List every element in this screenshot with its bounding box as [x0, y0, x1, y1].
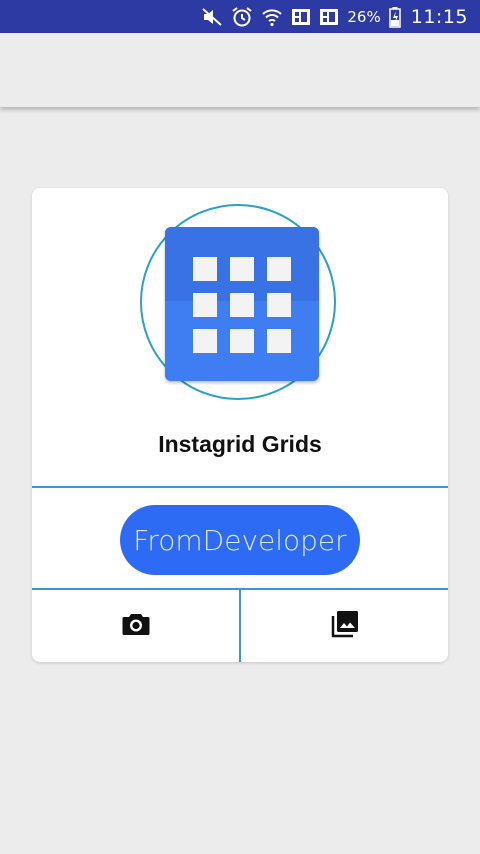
sim2-signal-icon	[319, 6, 339, 28]
app-bar	[0, 33, 480, 107]
photo-library-icon	[331, 610, 359, 643]
app-card: Instagrid Grids FromDeveloper	[32, 188, 448, 662]
from-developer-button[interactable]: FromDeveloper	[120, 505, 360, 575]
clock: 11:15	[410, 5, 468, 28]
divider-top	[32, 486, 448, 488]
status-bar: 26% 11:15	[0, 0, 480, 33]
app-icon-frame	[140, 204, 336, 400]
camera-icon	[122, 612, 150, 641]
mute-icon	[201, 6, 223, 28]
grid-app-icon	[165, 227, 319, 381]
battery-charging-icon	[388, 6, 401, 28]
wifi-icon	[261, 6, 283, 28]
sim1-signal-icon	[291, 6, 311, 28]
camera-button[interactable]	[32, 591, 239, 662]
app-title: Instagrid Grids	[158, 431, 322, 457]
battery-percent: 26%	[347, 7, 381, 26]
gallery-button[interactable]	[241, 591, 448, 662]
alarm-icon	[231, 6, 253, 28]
